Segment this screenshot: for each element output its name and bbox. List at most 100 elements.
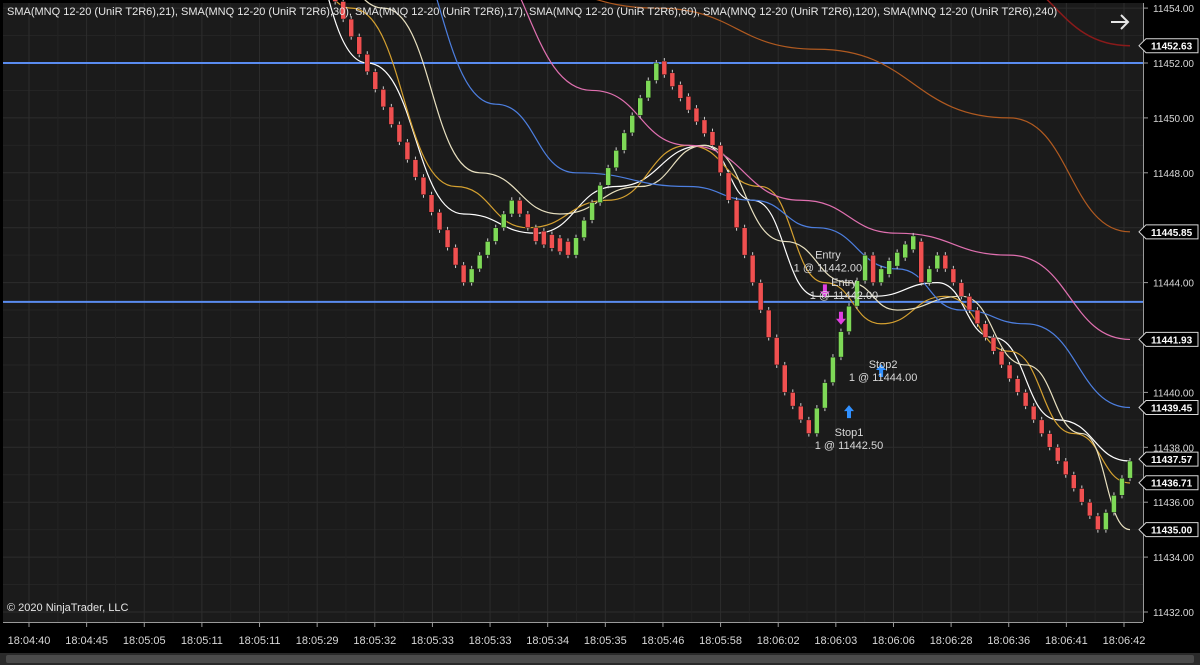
x-tick-label: 18:05:34 xyxy=(526,635,569,647)
execution-label: Entry xyxy=(831,277,857,289)
bar-up xyxy=(862,254,868,281)
bar-down xyxy=(1095,515,1101,530)
bar-up xyxy=(894,252,900,267)
bar-up xyxy=(605,167,611,186)
arrow-right-icon[interactable] xyxy=(1108,10,1132,34)
bar-up xyxy=(468,268,475,283)
bar-down xyxy=(693,107,700,123)
bar-down xyxy=(661,60,668,76)
bar-down xyxy=(773,337,780,366)
bar-up xyxy=(637,97,643,116)
bar-up xyxy=(934,254,941,270)
bar-down xyxy=(533,227,539,242)
bar-up xyxy=(629,115,635,134)
bar-down xyxy=(741,227,748,256)
x-tick-label: 18:06:02 xyxy=(757,635,800,647)
y-tick-label: 11452.00 xyxy=(1153,59,1194,70)
bar-down xyxy=(412,159,419,178)
bar-down xyxy=(790,392,796,407)
bar-up xyxy=(846,305,852,332)
bar-up xyxy=(581,219,587,238)
bar-down xyxy=(452,247,459,266)
x-tick-label: 18:05:29 xyxy=(296,635,339,647)
bar-down xyxy=(990,337,997,352)
price-marker: 11441.93 xyxy=(1138,331,1199,347)
execution-label: Stop2 xyxy=(869,359,898,371)
bar-down xyxy=(380,89,387,108)
bar-down xyxy=(364,53,371,73)
bar-down xyxy=(436,212,443,231)
bar-up xyxy=(476,254,483,270)
bar-down xyxy=(733,200,740,228)
bar-up xyxy=(902,243,908,259)
indicator-label: SMA(MNQ 12-20 (UniR T2R6),21), SMA(MNQ 1… xyxy=(7,6,1058,18)
bar-down xyxy=(388,106,395,125)
bar-down xyxy=(525,213,531,228)
bar-down xyxy=(950,268,957,283)
bar-down xyxy=(1038,419,1045,434)
bar-down xyxy=(725,172,732,201)
bar-up xyxy=(613,150,619,169)
bar-down xyxy=(396,124,403,143)
execution-sublabel: 1 @ 11442.00 xyxy=(810,290,878,302)
bar-down xyxy=(1063,460,1069,475)
bar-down xyxy=(1014,378,1021,393)
price-marker-label: 11436.71 xyxy=(1151,479,1193,490)
bar-down xyxy=(798,405,804,421)
bar-down xyxy=(1087,501,1093,517)
bar-up xyxy=(484,241,491,256)
bar-down xyxy=(782,364,788,393)
bar-down xyxy=(806,419,812,434)
x-tick-label: 18:06:28 xyxy=(930,635,973,647)
bar-up xyxy=(589,202,595,221)
y-tick-label: 11440.00 xyxy=(1153,388,1194,399)
bar-down xyxy=(998,350,1005,366)
x-tick-label: 18:05:58 xyxy=(699,635,742,647)
bar-up xyxy=(653,62,660,81)
x-axis[interactable]: 18:04:40 18:04:45 18:05:05 18:05:11 18:05:11… xyxy=(0,622,1200,665)
y-tick-label: 11450.00 xyxy=(1153,114,1194,125)
bar-down xyxy=(918,241,925,283)
price-marker-label: 11452.63 xyxy=(1151,42,1193,53)
bar-up xyxy=(1111,495,1117,513)
scrollbar-thumb[interactable] xyxy=(6,655,1194,663)
bar-down xyxy=(974,309,981,325)
bar-up xyxy=(886,260,892,275)
bar-down xyxy=(765,309,772,338)
bar-up xyxy=(501,213,507,228)
x-tick-label: 18:06:41 xyxy=(1045,635,1088,647)
bar-up xyxy=(1103,512,1109,530)
x-tick-label: 18:06:03 xyxy=(814,635,857,647)
x-tick-label: 18:05:33 xyxy=(411,635,454,647)
execution-sublabel: 1 @ 11442.50 xyxy=(815,440,883,452)
bar-down xyxy=(709,131,716,146)
y-tick-label: 11444.00 xyxy=(1153,279,1194,290)
bar-up xyxy=(621,132,627,151)
bar-up xyxy=(926,268,933,283)
bar-down xyxy=(958,282,965,297)
bar-down xyxy=(1071,474,1077,489)
price-marker: 11437.57 xyxy=(1138,451,1199,467)
bar-down xyxy=(1006,364,1013,379)
bar-down xyxy=(541,230,547,246)
bar-down xyxy=(1022,392,1029,407)
bar-up xyxy=(822,382,828,409)
bar-down xyxy=(982,323,989,338)
price-marker-label: 11441.93 xyxy=(1151,335,1193,346)
bar-down xyxy=(348,18,354,37)
bar-down xyxy=(966,296,973,311)
execution-label: Stop1 xyxy=(835,427,864,439)
price-chart[interactable]: Entry1 @ 11442.00Entry1 @ 11442.00Stop11… xyxy=(0,0,1200,665)
x-tick-label: 18:05:33 xyxy=(469,635,512,647)
x-tick-label: 18:05:11 xyxy=(239,635,281,647)
y-tick-label: 11434.00 xyxy=(1153,553,1194,564)
bar-up xyxy=(597,185,603,203)
execution-sublabel: 1 @ 11442.00 xyxy=(794,262,862,274)
bar-down xyxy=(372,71,379,90)
bar-down xyxy=(1079,488,1085,503)
x-tick-label: 18:05:32 xyxy=(353,635,396,647)
bar-up xyxy=(645,80,652,99)
bar-down xyxy=(420,176,427,196)
execution-sublabel: 1 @ 11444.00 xyxy=(849,372,917,384)
bar-down xyxy=(669,72,676,87)
